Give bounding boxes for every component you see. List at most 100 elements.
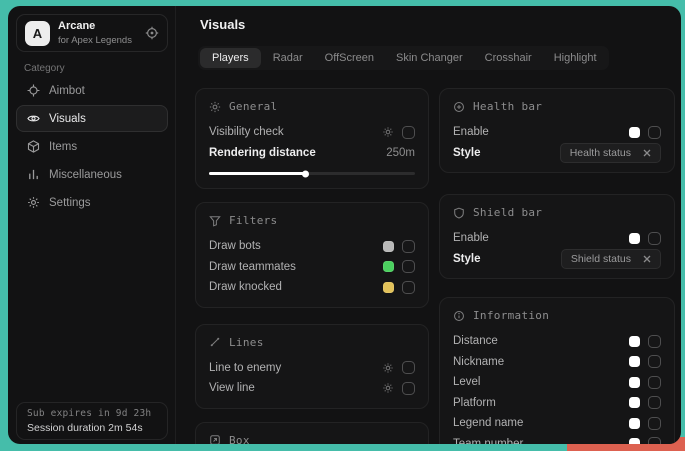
color-swatch[interactable]	[629, 418, 640, 429]
sidebar-item-settings[interactable]: Settings	[16, 189, 168, 216]
platform-checkbox[interactable]	[648, 396, 661, 409]
color-swatch[interactable]	[629, 438, 640, 444]
box-card: Box Enable Enable background	[195, 422, 429, 445]
color-swatch[interactable]	[629, 397, 640, 408]
gear-icon[interactable]	[382, 362, 394, 374]
style-value: Shield status	[571, 253, 631, 265]
rendering-distance-slider[interactable]	[209, 172, 415, 175]
health-style-select[interactable]: Health status	[560, 143, 661, 163]
distance-checkbox[interactable]	[648, 335, 661, 348]
sidebar: A Arcane for Apex Legends Category	[8, 6, 176, 444]
row-label: Style	[453, 253, 481, 265]
draw-bots-checkbox[interactable]	[402, 240, 415, 253]
row-label: Legend name	[453, 417, 523, 429]
row-label: Visibility check	[209, 126, 284, 138]
tab-skin-changer[interactable]: Skin Changer	[386, 48, 473, 68]
main-panel: Visuals Players Radar OffScreen Skin Cha…	[176, 6, 681, 444]
draw-knocked-checkbox[interactable]	[402, 281, 415, 294]
health-enable-checkbox[interactable]	[648, 126, 661, 139]
color-swatch[interactable]	[383, 261, 394, 272]
setting-row: Nickname	[453, 352, 661, 373]
row-label: Line to enemy	[209, 362, 281, 374]
right-column: Health bar Enable Style Health status	[439, 88, 675, 444]
card-title: Filters	[229, 214, 277, 227]
row-label: Draw knocked	[209, 281, 282, 293]
team-number-checkbox[interactable]	[648, 437, 661, 444]
level-checkbox[interactable]	[648, 376, 661, 389]
sub-expires-text: Sub expires in 9d 23h	[27, 408, 157, 419]
profile-card: A Arcane for Apex Legends	[16, 14, 168, 52]
shield-icon	[453, 207, 465, 219]
sidebar-item-visuals[interactable]: Visuals	[16, 105, 168, 132]
slider-knob[interactable]	[302, 170, 309, 177]
lines-card: Lines Line to enemy	[195, 324, 429, 409]
desktop-background: A Arcane for Apex Legends Category	[0, 0, 685, 451]
color-swatch[interactable]	[629, 127, 640, 138]
gear-icon	[27, 196, 40, 209]
visibility-check-checkbox[interactable]	[402, 126, 415, 139]
setting-row: Style Health status	[453, 143, 661, 164]
color-swatch[interactable]	[629, 233, 640, 244]
shield-enable-checkbox[interactable]	[648, 232, 661, 245]
row-label: Team number	[453, 438, 523, 444]
sidebar-item-label: Items	[49, 141, 77, 153]
color-swatch[interactable]	[383, 241, 394, 252]
color-swatch[interactable]	[629, 377, 640, 388]
shield-style-select[interactable]: Shield status	[561, 249, 661, 269]
setting-row: Enable	[453, 122, 661, 143]
setting-row: View line	[209, 378, 415, 399]
color-swatch[interactable]	[629, 356, 640, 367]
sun-icon	[209, 101, 221, 113]
setting-row: Draw bots	[209, 236, 415, 257]
close-icon[interactable]	[643, 255, 651, 263]
left-column: General Visibility check	[195, 88, 429, 444]
tab-radar[interactable]: Radar	[263, 48, 313, 68]
sidebar-item-aimbot[interactable]: Aimbot	[16, 77, 168, 104]
target-icon[interactable]	[145, 26, 159, 40]
cheat-menu-window: A Arcane for Apex Legends Category	[8, 6, 681, 444]
tab-offscreen[interactable]: OffScreen	[315, 48, 384, 68]
nickname-checkbox[interactable]	[648, 355, 661, 368]
gear-icon[interactable]	[382, 126, 394, 138]
line-icon	[209, 336, 221, 348]
color-swatch[interactable]	[629, 336, 640, 347]
row-label: Enable	[453, 126, 489, 138]
draw-teammates-checkbox[interactable]	[402, 260, 415, 273]
setting-row: Rendering distance 250m	[209, 143, 415, 164]
general-card: General Visibility check	[195, 88, 429, 189]
color-swatch[interactable]	[383, 282, 394, 293]
tab-bar: Players Radar OffScreen Skin Changer Cro…	[198, 46, 609, 70]
setting-row: Platform	[453, 393, 661, 414]
setting-row: Draw knocked	[209, 277, 415, 298]
info-icon	[453, 310, 465, 322]
sidebar-item-items[interactable]: Items	[16, 133, 168, 160]
eye-icon	[27, 112, 40, 125]
tab-highlight[interactable]: Highlight	[544, 48, 607, 68]
cube-icon	[27, 140, 40, 153]
close-icon[interactable]	[643, 149, 651, 157]
health-bar-card: Health bar Enable Style Health status	[439, 88, 675, 173]
card-title: Box	[229, 434, 250, 445]
row-label: Draw bots	[209, 240, 261, 252]
sidebar-item-label: Visuals	[49, 113, 86, 125]
tab-players[interactable]: Players	[200, 48, 261, 68]
sidebar-item-label: Miscellaneous	[49, 169, 122, 181]
shield-bar-card: Shield bar Enable Style Shield status	[439, 194, 675, 279]
legend-name-checkbox[interactable]	[648, 417, 661, 430]
sidebar-item-miscellaneous[interactable]: Miscellaneous	[16, 161, 168, 188]
setting-row: Distance	[453, 331, 661, 352]
sidebar-nav: Aimbot Visuals Ite	[16, 77, 168, 216]
gear-icon[interactable]	[382, 382, 394, 394]
view-line-checkbox[interactable]	[402, 382, 415, 395]
line-to-enemy-checkbox[interactable]	[402, 361, 415, 374]
subscription-card: Sub expires in 9d 23h Session duration 2…	[16, 402, 168, 440]
crosshair-icon	[27, 84, 40, 97]
funnel-icon	[209, 215, 221, 227]
card-title: General	[229, 100, 277, 113]
row-label: Enable	[453, 232, 489, 244]
card-title: Lines	[229, 336, 264, 349]
app-logo: A	[25, 21, 50, 46]
row-label: Distance	[453, 335, 498, 347]
tab-crosshair[interactable]: Crosshair	[475, 48, 542, 68]
app-subtitle: for Apex Legends	[58, 35, 132, 46]
